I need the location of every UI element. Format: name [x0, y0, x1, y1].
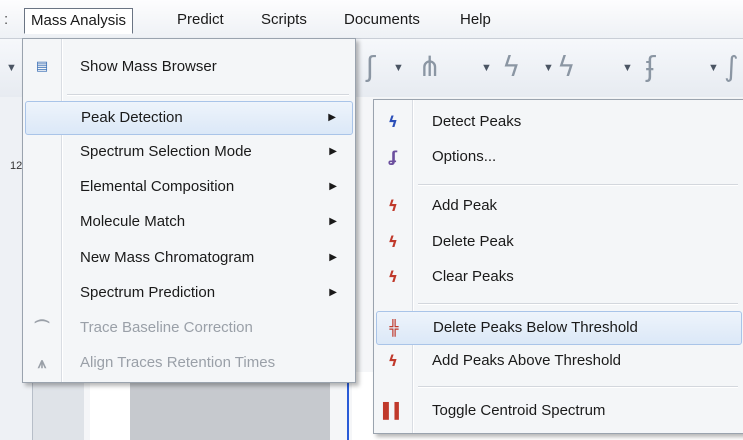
detect-peaks-icon: ϟ — [388, 113, 398, 131]
menu-item-new-mass-chromatogram[interactable]: New Mass Chromatogram ▶ — [25, 242, 353, 274]
fit-tool-icon[interactable]: ʄ — [646, 50, 655, 83]
ruler-mark: 12 — [10, 160, 23, 172]
options-icon: ʆ — [388, 148, 398, 166]
menu-predict[interactable]: Predict — [171, 9, 230, 31]
add-peak-tool-icon[interactable]: ϟ — [502, 50, 520, 83]
submenu-arrow-icon: ▶ — [328, 112, 336, 123]
menu-scripts[interactable]: Scripts — [255, 9, 313, 31]
toolbar-dropdown-arrow[interactable]: ▼ — [393, 62, 404, 74]
menu-item-molecule-match[interactable]: Molecule Match ▶ — [25, 206, 353, 238]
menu-separator — [418, 303, 738, 305]
menu-item-delete-peak[interactable]: ϟ Delete Peak — [376, 226, 742, 258]
menu-item-show-mass-browser[interactable]: ▤ Show Mass Browser — [25, 51, 353, 83]
menu-help[interactable]: Help — [454, 9, 497, 31]
menu-item-toggle-centroid-spectrum[interactable]: ▌▍ Toggle Centroid Spectrum — [376, 395, 742, 427]
menu-item-delete-peaks-below-threshold[interactable]: ╬ Delete Peaks Below Threshold — [376, 311, 742, 345]
clear-peaks-icon: ϟ — [388, 268, 398, 286]
integrate-tool-icon[interactable]: ϟ — [557, 50, 575, 83]
menu-item-add-peaks-above-threshold[interactable]: ϟ Add Peaks Above Threshold — [376, 345, 742, 377]
spectrum-tool-icon[interactable]: ʃ — [366, 50, 375, 83]
baseline-icon: ⏜ — [34, 319, 50, 337]
add-threshold-icon: ϟ — [388, 352, 398, 370]
peak-tool-icon[interactable]: ⋔ — [418, 50, 441, 83]
submenu-arrow-icon: ▶ — [329, 181, 337, 192]
menu-item-add-peak[interactable]: ϟ Add Peak — [376, 190, 742, 222]
toolbar-dropdown-arrow[interactable]: ▼ — [708, 62, 719, 74]
menu-item-trace-baseline-correction: ⏜ Trace Baseline Correction — [25, 312, 353, 344]
delete-peak-icon: ϟ — [388, 233, 398, 251]
menu-mass-analysis[interactable]: Mass Analysis — [24, 8, 134, 34]
menu-item-spectrum-prediction[interactable]: Spectrum Prediction ▶ — [25, 277, 353, 309]
peak-detection-submenu: ϟ Detect Peaks ʆ Options... ϟ Add Peak ϟ… — [373, 99, 743, 434]
toolbar-dropdown-arrow[interactable]: ▼ — [481, 62, 492, 74]
menu-separator — [418, 386, 738, 388]
menu-bar: : Mass Analysis Predict Scripts Document… — [0, 0, 743, 39]
menu-item-detect-peaks[interactable]: ϟ Detect Peaks — [376, 106, 742, 138]
centroid-icon: ▌▍ — [383, 402, 407, 420]
submenu-arrow-icon: ▶ — [329, 287, 337, 298]
align-icon: ⩚ — [37, 354, 47, 372]
menu-item-align-traces: ⩚ Align Traces Retention Times — [25, 347, 353, 379]
menubar-edge: : — [4, 11, 9, 28]
add-peak-icon: ϟ — [388, 197, 398, 215]
menu-separator — [67, 94, 349, 96]
more-tool-icon[interactable]: ∫ — [724, 50, 739, 83]
menu-separator — [418, 184, 738, 186]
menu-item-elemental-composition[interactable]: Elemental Composition ▶ — [25, 171, 353, 203]
browser-icon: ▤ — [35, 59, 49, 74]
menu-item-spectrum-selection-mode[interactable]: Spectrum Selection Mode ▶ — [25, 136, 353, 168]
delete-threshold-icon: ╬ — [389, 319, 399, 337]
submenu-arrow-icon: ▶ — [329, 252, 337, 263]
toolbar-dropdown-arrow[interactable]: ▼ — [6, 62, 17, 74]
toolbar-dropdown-arrow[interactable]: ▼ — [543, 62, 554, 74]
menu-item-clear-peaks[interactable]: ϟ Clear Peaks — [376, 261, 742, 293]
menu-documents[interactable]: Documents — [338, 9, 426, 31]
menu-item-options[interactable]: ʆ Options... — [376, 141, 742, 173]
submenu-arrow-icon: ▶ — [329, 146, 337, 157]
menu-item-peak-detection[interactable]: Peak Detection ▶ — [25, 101, 353, 135]
mass-analysis-menu: ▤ Show Mass Browser Peak Detection ▶ Spe… — [22, 38, 356, 383]
submenu-arrow-icon: ▶ — [329, 216, 337, 227]
toolbar-dropdown-arrow[interactable]: ▼ — [622, 62, 633, 74]
